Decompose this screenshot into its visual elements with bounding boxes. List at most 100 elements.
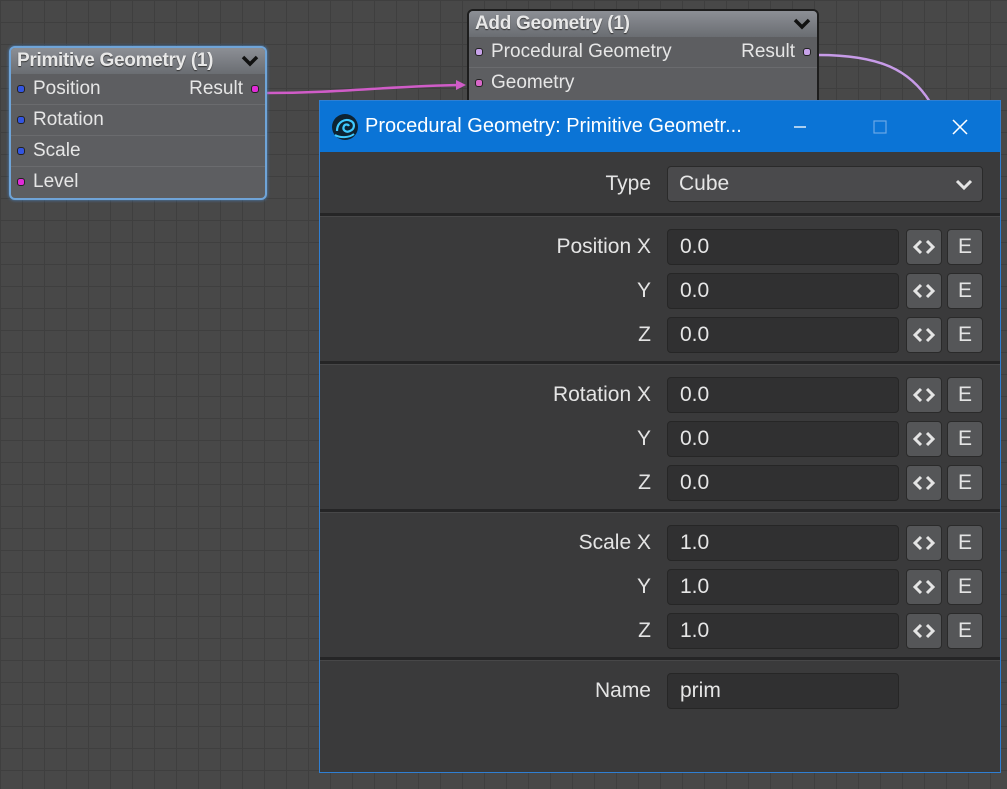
envelope-icon: [912, 431, 936, 447]
position-y-label: Y: [636, 279, 651, 302]
envelope-icon: [912, 327, 936, 343]
envelope-icon: [912, 579, 936, 595]
close-button[interactable]: [920, 101, 1000, 152]
input-label: Geometry: [491, 72, 575, 93]
rotation-y-row: Y 0.0 E: [320, 421, 1000, 457]
node-row-scale: Scale: [11, 135, 265, 166]
dialog-titlebar[interactable]: Procedural Geometry: Primitive Geometr..…: [320, 101, 1000, 152]
node-row-rotation: Rotation: [11, 104, 265, 135]
wire-primitive-to-geometry: [265, 83, 463, 95]
envelope-icon: [912, 535, 936, 551]
input-port-procedural-geometry[interactable]: [475, 48, 483, 56]
rotation-x-label: Rotation X: [552, 383, 651, 406]
chevron-down-icon[interactable]: [239, 50, 261, 72]
node-header[interactable]: Add Geometry (1): [469, 11, 817, 37]
name-label: Name: [594, 679, 651, 702]
node-title: Add Geometry (1): [475, 13, 630, 34]
envelope-icon: [912, 623, 936, 639]
node-header[interactable]: Primitive Geometry (1): [11, 48, 265, 74]
scale-z-e-button[interactable]: E: [947, 613, 983, 649]
input-port-position[interactable]: [17, 85, 25, 93]
input-label: Position: [33, 78, 101, 99]
scale-y-envelope-button[interactable]: [906, 569, 942, 605]
input-port-geometry[interactable]: [475, 79, 483, 87]
wire-add-result-out: [817, 53, 932, 103]
scale-y-label: Y: [636, 575, 651, 598]
type-select-value: Cube: [679, 172, 730, 195]
envelope-icon: [912, 283, 936, 299]
maximize-icon: [873, 119, 887, 134]
position-z-input[interactable]: 0.0: [667, 317, 899, 353]
minimize-icon: [794, 125, 806, 128]
node-primitive-geometry[interactable]: Primitive Geometry (1) Position Result R…: [9, 46, 267, 200]
rotation-z-input[interactable]: 0.0: [667, 465, 899, 501]
position-x-envelope-button[interactable]: [906, 229, 942, 265]
position-x-e-button[interactable]: E: [947, 229, 983, 265]
output-port-result[interactable]: [251, 85, 259, 93]
node-row-level: Level: [11, 166, 265, 197]
lightwave-app-icon: [332, 113, 358, 140]
scale-z-input[interactable]: 1.0: [667, 613, 899, 649]
wire-arrow-head: [456, 80, 466, 90]
position-y-row: Y 0.0 E: [320, 273, 1000, 309]
envelope-icon: [912, 239, 936, 255]
chevron-down-icon: [955, 179, 973, 191]
rotation-z-e-button[interactable]: E: [947, 465, 983, 501]
position-x-input[interactable]: 0.0: [667, 229, 899, 265]
rotation-x-e-button[interactable]: E: [947, 377, 983, 413]
input-label: Scale: [33, 140, 81, 161]
node-row-geometry: Geometry: [469, 67, 817, 98]
position-y-input[interactable]: 0.0: [667, 273, 899, 309]
divider: [320, 657, 1000, 661]
rotation-y-e-button[interactable]: E: [947, 421, 983, 457]
rotation-y-envelope-button[interactable]: [906, 421, 942, 457]
input-port-rotation[interactable]: [17, 116, 25, 124]
type-select[interactable]: Cube: [667, 166, 983, 202]
rotation-x-input[interactable]: 0.0: [667, 377, 899, 413]
maximize-button[interactable]: [840, 101, 920, 152]
scale-x-input[interactable]: 1.0: [667, 525, 899, 561]
rotation-x-envelope-button[interactable]: [906, 377, 942, 413]
scale-y-row: Y 1.0 E: [320, 569, 1000, 605]
dialog-title: Procedural Geometry: Primitive Geometr..…: [365, 115, 742, 137]
scale-x-envelope-button[interactable]: [906, 525, 942, 561]
procedural-geometry-dialog: Procedural Geometry: Primitive Geometr..…: [319, 100, 1001, 773]
position-z-envelope-button[interactable]: [906, 317, 942, 353]
scale-x-label: Scale X: [578, 531, 651, 554]
rotation-y-input[interactable]: 0.0: [667, 421, 899, 457]
scale-x-e-button[interactable]: E: [947, 525, 983, 561]
input-label: Rotation: [33, 109, 104, 130]
node-row-position: Position Result: [11, 74, 265, 104]
divider: [320, 509, 1000, 513]
type-row: Type Cube: [320, 166, 1000, 202]
rotation-z-row: Z 0.0 E: [320, 465, 1000, 501]
scale-y-input[interactable]: 1.0: [667, 569, 899, 605]
position-y-e-button[interactable]: E: [947, 273, 983, 309]
position-x-row: Position X 0.0 E: [320, 229, 1000, 265]
divider: [320, 213, 1000, 217]
divider: [320, 361, 1000, 365]
scale-z-envelope-button[interactable]: [906, 613, 942, 649]
envelope-icon: [912, 387, 936, 403]
input-port-scale[interactable]: [17, 147, 25, 155]
position-z-label: Z: [638, 323, 651, 346]
scale-y-e-button[interactable]: E: [947, 569, 983, 605]
output-port-result[interactable]: [803, 48, 811, 56]
rotation-y-label: Y: [636, 427, 651, 450]
chevron-down-icon[interactable]: [791, 13, 813, 35]
output-label: Result: [741, 41, 795, 62]
position-y-envelope-button[interactable]: [906, 273, 942, 309]
input-label: Level: [33, 171, 79, 192]
scale-z-label: Z: [638, 619, 651, 642]
rotation-z-label: Z: [638, 471, 651, 494]
minimize-button[interactable]: [760, 101, 840, 152]
scale-x-row: Scale X 1.0 E: [320, 525, 1000, 561]
position-z-e-button[interactable]: E: [947, 317, 983, 353]
type-label: Type: [605, 172, 651, 195]
name-row: Name prim: [320, 673, 1000, 709]
node-title: Primitive Geometry (1): [17, 50, 214, 71]
input-port-level[interactable]: [17, 178, 25, 186]
name-input[interactable]: prim: [667, 673, 899, 709]
position-x-label: Position X: [556, 235, 651, 258]
rotation-z-envelope-button[interactable]: [906, 465, 942, 501]
